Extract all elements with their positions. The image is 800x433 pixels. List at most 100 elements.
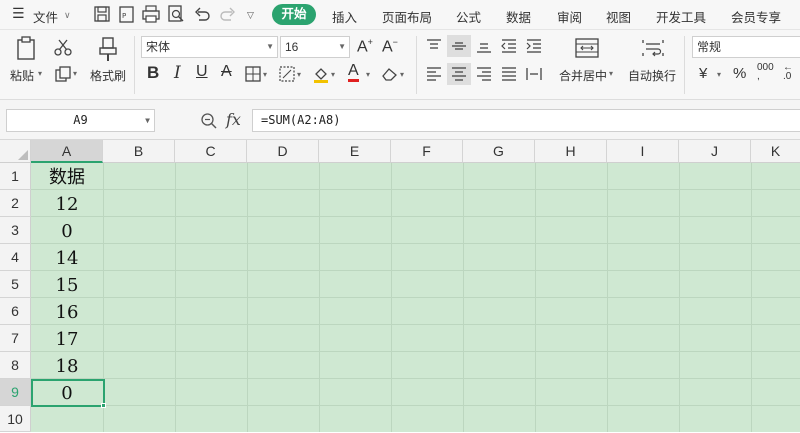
column-header-b[interactable]: B (103, 140, 175, 163)
row-header-6[interactable]: 6 (0, 298, 31, 325)
distributed-align-icon[interactable] (525, 66, 543, 82)
wrap-text-icon[interactable] (640, 36, 666, 60)
cell-a7[interactable]: 17 (31, 325, 103, 352)
border-icon[interactable] (245, 66, 261, 82)
clear-dropdown-icon[interactable]: ▾ (400, 70, 404, 79)
file-menu[interactable]: 文件 (33, 7, 58, 26)
merge-center-button[interactable]: 合并居中 (559, 67, 607, 84)
row-header-3[interactable]: 3 (0, 217, 31, 244)
wrap-text-button[interactable]: 自动换行 (628, 67, 676, 84)
tab-insert[interactable]: 插入 (332, 7, 357, 26)
font-color-dropdown-icon[interactable]: ▾ (366, 70, 370, 79)
percent-icon[interactable]: % (733, 65, 746, 82)
quick-access-dropdown-icon[interactable]: ▽ (247, 10, 254, 21)
currency-icon[interactable]: ¥ (699, 65, 707, 82)
tab-start[interactable]: 开始 (272, 4, 316, 25)
cell-a6[interactable]: 16 (31, 298, 103, 325)
increase-indent-icon[interactable] (525, 38, 543, 54)
underline-icon[interactable]: U (196, 63, 208, 81)
redo-icon[interactable] (218, 4, 238, 24)
thousands-separator-icon[interactable]: 000, (757, 63, 774, 82)
hamburger-icon[interactable]: ☰ (12, 5, 25, 22)
fill-color-icon[interactable] (312, 65, 330, 83)
tab-page-layout[interactable]: 页面布局 (382, 7, 432, 26)
column-header-f[interactable]: F (391, 140, 463, 163)
strikethrough-icon[interactable]: A (221, 63, 232, 81)
select-all-corner[interactable] (0, 140, 31, 163)
clear-format-icon[interactable] (381, 66, 399, 82)
border-dropdown-icon[interactable]: ▾ (263, 70, 267, 79)
chevron-down-icon[interactable]: ∨ (64, 10, 71, 21)
insert-function-icon[interactable]: fx (226, 110, 241, 129)
print-icon[interactable] (141, 4, 161, 24)
tab-data[interactable]: 数据 (506, 7, 531, 26)
column-header-i[interactable]: I (607, 140, 679, 163)
tab-developer[interactable]: 开发工具 (656, 7, 706, 26)
cell-a5[interactable]: 15 (31, 271, 103, 298)
cell-style-dropdown-icon[interactable]: ▾ (297, 70, 301, 79)
font-size-select[interactable]: 16 ▼ (280, 36, 350, 58)
row-header-2[interactable]: 2 (0, 190, 31, 217)
font-name-select[interactable]: 宋体 ▼ (141, 36, 278, 58)
paste-dropdown-icon[interactable]: ▾ (38, 69, 42, 78)
currency-dropdown-icon[interactable]: ▾ (717, 70, 721, 79)
column-header-j[interactable]: J (679, 140, 751, 163)
font-color-icon[interactable]: A (348, 62, 359, 82)
row-header-5[interactable]: 5 (0, 271, 31, 298)
cell-a8[interactable]: 18 (31, 352, 103, 379)
fill-handle[interactable] (101, 403, 106, 408)
row-header-10[interactable]: 10 (0, 406, 31, 432)
save-icon[interactable] (92, 4, 112, 24)
align-right-icon[interactable] (475, 66, 493, 82)
increase-font-size-icon[interactable]: A+ (357, 37, 373, 56)
format-painter-button[interactable]: 格式刷 (90, 67, 126, 84)
align-center-button[interactable] (447, 63, 471, 85)
decrease-indent-icon[interactable] (500, 38, 518, 54)
format-painter-icon[interactable] (97, 36, 119, 62)
column-header-d[interactable]: D (247, 140, 319, 163)
fill-color-dropdown-icon[interactable]: ▾ (331, 70, 335, 79)
column-header-g[interactable]: G (463, 140, 535, 163)
tab-member[interactable]: 会员专享 (731, 7, 781, 26)
zoom-search-icon[interactable] (200, 112, 218, 130)
row-header-9[interactable]: 9 (0, 379, 31, 406)
decrease-font-size-icon[interactable]: A− (382, 37, 398, 56)
italic-icon[interactable]: I (174, 63, 181, 83)
column-header-h[interactable]: H (535, 140, 607, 163)
cell-a10[interactable] (31, 406, 103, 432)
column-header-e[interactable]: E (319, 140, 391, 163)
paste-icon[interactable] (15, 36, 39, 62)
row-header-1[interactable]: 1 (0, 163, 31, 190)
tab-formulas[interactable]: 公式 (456, 7, 481, 26)
cut-icon[interactable] (54, 38, 72, 56)
bold-icon[interactable]: B (147, 63, 159, 83)
merge-dropdown-icon[interactable]: ▾ (609, 69, 613, 78)
cell-a4[interactable]: 14 (31, 244, 103, 271)
paste-button[interactable]: 粘贴 (10, 67, 34, 84)
export-pdf-icon[interactable]: P (117, 4, 137, 24)
undo-icon[interactable] (192, 4, 212, 24)
formula-input[interactable]: =SUM(A2:A8) (252, 109, 800, 132)
merge-center-icon[interactable] (574, 36, 600, 60)
row-header-7[interactable]: 7 (0, 325, 31, 352)
copy-dropdown-icon[interactable]: ▾ (73, 69, 77, 78)
cell-style-icon[interactable] (279, 66, 295, 82)
copy-icon[interactable] (54, 65, 72, 83)
column-header-a[interactable]: A (31, 140, 103, 163)
column-header-c[interactable]: C (175, 140, 247, 163)
align-middle-button[interactable] (447, 35, 471, 57)
tab-review[interactable]: 审阅 (557, 7, 582, 26)
cell-a3[interactable]: 0 (31, 217, 103, 244)
add-decimal-icon[interactable]: ← .0 (783, 63, 793, 82)
align-top-icon[interactable] (425, 38, 443, 54)
tab-view[interactable]: 视图 (606, 7, 631, 26)
align-bottom-icon[interactable] (475, 38, 493, 54)
row-header-4[interactable]: 4 (0, 244, 31, 271)
cell-a1[interactable]: 数据 (31, 163, 103, 190)
row-header-8[interactable]: 8 (0, 352, 31, 379)
align-left-icon[interactable] (425, 66, 443, 82)
number-format-select[interactable]: 常规 (692, 36, 800, 58)
print-preview-icon[interactable] (166, 4, 186, 24)
name-box[interactable]: A9 ▼ (6, 109, 155, 132)
justify-icon[interactable] (500, 66, 518, 82)
